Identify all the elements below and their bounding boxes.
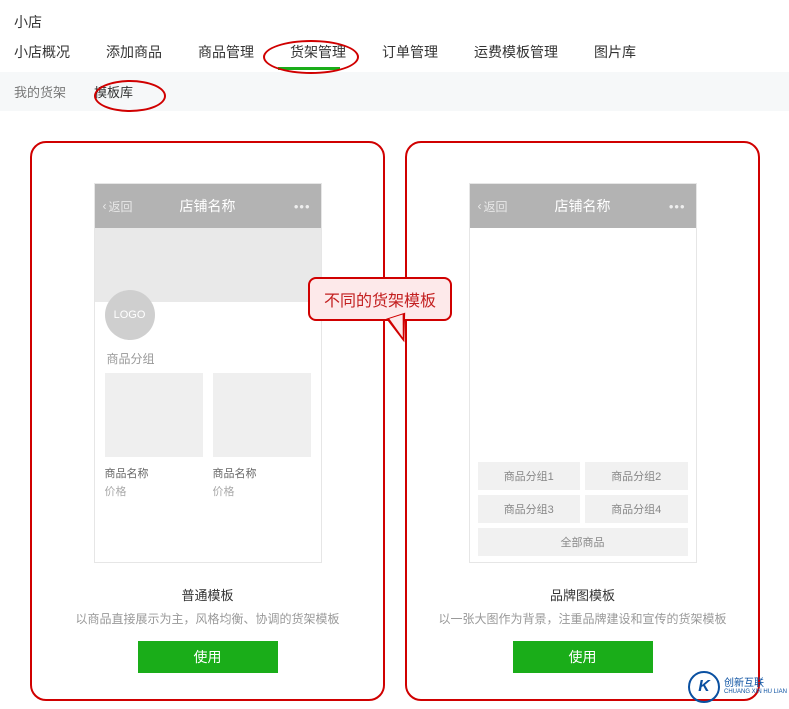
product-name: 商品名称 [105, 465, 203, 481]
brand-category-grid: 商品分组1 商品分组2 商品分组3 商品分组4 全部商品 [478, 462, 688, 556]
phone-preview-brand: ‹ 返回 店铺名称 ••• 商品分组1 商品分组2 商品分组3 商品分组4 全部… [469, 183, 697, 563]
product-image-placeholder [213, 373, 311, 457]
phone-back-label: 返回 [109, 198, 133, 215]
templates-row: ‹ 返回 店铺名称 ••• LOGO 商品分组 商品名称 价格 [0, 111, 789, 701]
brand-category-button: 商品分组4 [585, 495, 688, 523]
product-labels: 商品名称 价格 商品名称 价格 [95, 457, 321, 499]
subtab-template-library[interactable]: 模板库 [94, 82, 133, 101]
product-label-col: 商品名称 价格 [213, 465, 311, 499]
tab-shelf-mgmt[interactable]: 货架管理 [290, 42, 346, 62]
phone-title: 店铺名称 [180, 196, 236, 216]
template-card-brand: ‹ 返回 店铺名称 ••• 商品分组1 商品分组2 商品分组3 商品分组4 全部… [405, 141, 760, 701]
tab-product-mgmt[interactable]: 商品管理 [198, 42, 254, 62]
page-title: 小店 [0, 0, 789, 42]
phone-back-button: ‹ 返回 [478, 198, 508, 215]
tab-overview[interactable]: 小店概况 [14, 42, 70, 62]
product-price: 价格 [105, 483, 203, 499]
brand-category-button: 商品分组3 [478, 495, 581, 523]
phone-title: 店铺名称 [555, 196, 611, 216]
product-label-col: 商品名称 价格 [105, 465, 203, 499]
chevron-left-icon: ‹ [478, 199, 482, 213]
phone-body: 商品分组1 商品分组2 商品分组3 商品分组4 全部商品 [470, 228, 696, 562]
brand-category-button: 商品分组1 [478, 462, 581, 490]
product-name: 商品名称 [213, 465, 311, 481]
template-desc: 以商品直接展示为主，风格均衡、协调的货架模板 [76, 610, 340, 627]
brand-category-button: 商品分组2 [585, 462, 688, 490]
more-icon: ••• [669, 199, 686, 214]
subtab-my-shelves[interactable]: 我的货架 [14, 82, 66, 101]
use-template-button[interactable]: 使用 [513, 641, 653, 673]
phone-back-button: ‹ 返回 [103, 198, 133, 215]
sub-tabs: 我的货架 模板库 [0, 72, 789, 111]
logo-placeholder: LOGO [105, 290, 155, 340]
more-icon: ••• [294, 199, 311, 214]
product-group-label: 商品分组 [95, 340, 321, 373]
product-image-placeholder [105, 373, 203, 457]
template-title: 普通模板 [181, 585, 233, 604]
phone-header: ‹ 返回 店铺名称 ••• [95, 184, 321, 228]
phone-header: ‹ 返回 店铺名称 ••• [470, 184, 696, 228]
tab-shipping-template[interactable]: 运费模板管理 [474, 42, 558, 62]
annotation-callout: 不同的货架模板 [308, 277, 452, 321]
product-price: 价格 [213, 483, 311, 499]
use-template-button[interactable]: 使用 [138, 641, 278, 673]
phone-preview-standard: ‹ 返回 店铺名称 ••• LOGO 商品分组 商品名称 价格 [94, 183, 322, 563]
tab-image-library[interactable]: 图片库 [594, 42, 636, 62]
tab-order-mgmt[interactable]: 订单管理 [382, 42, 438, 62]
brand-all-products-button: 全部商品 [478, 528, 688, 556]
product-row [95, 373, 321, 457]
tab-add-product[interactable]: 添加商品 [106, 42, 162, 62]
phone-body: LOGO 商品分组 商品名称 价格 商品名称 价格 [95, 228, 321, 562]
active-tab-underline [278, 67, 340, 70]
template-title: 品牌图模板 [550, 585, 615, 604]
template-card-standard: ‹ 返回 店铺名称 ••• LOGO 商品分组 商品名称 价格 [30, 141, 385, 701]
template-desc: 以一张大图作为背景，注重品牌建设和宣传的货架模板 [439, 610, 727, 627]
main-tabs: 小店概况 添加商品 商品管理 货架管理 订单管理 运费模板管理 图片库 [0, 42, 789, 72]
phone-back-label: 返回 [484, 198, 508, 215]
chevron-left-icon: ‹ [103, 199, 107, 213]
